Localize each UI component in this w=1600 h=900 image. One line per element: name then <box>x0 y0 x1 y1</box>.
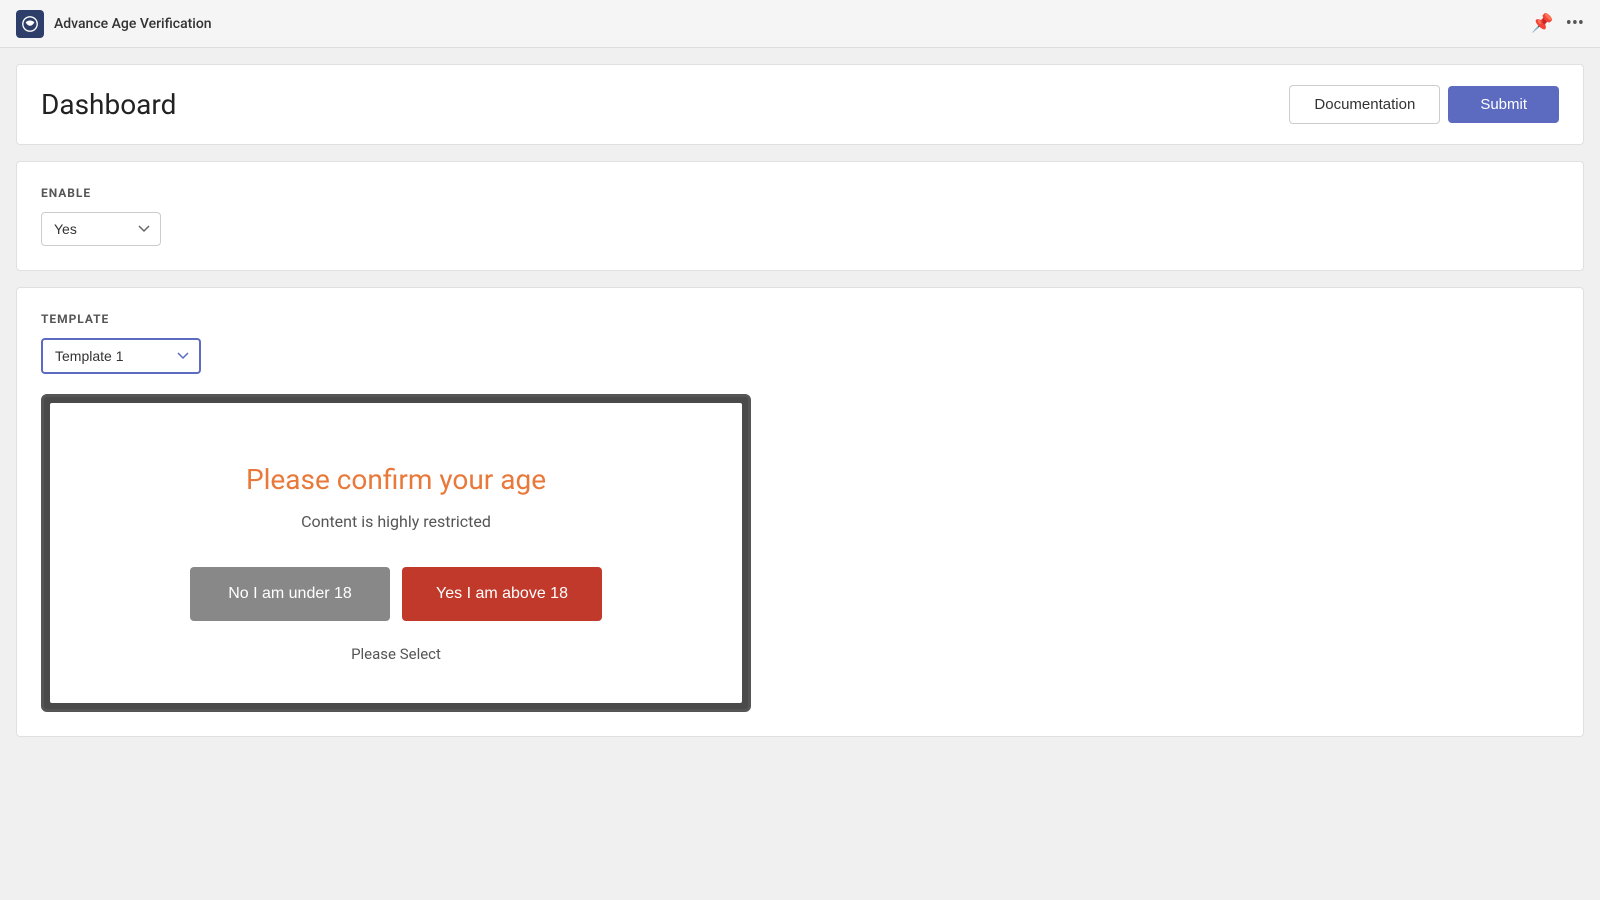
preview-yes-button[interactable]: Yes I am above 18 <box>402 567 602 621</box>
template-label: TEMPLATE <box>41 312 1559 326</box>
top-bar-left: Advance Age Verification <box>16 10 212 38</box>
app-icon <box>16 10 44 38</box>
template-select[interactable]: Template 1 Template 2 Template 3 <box>41 338 201 374</box>
main-content: Dashboard Documentation Submit ENABLE Ye… <box>0 48 1600 753</box>
pin-icon[interactable]: 📌 <box>1531 13 1553 34</box>
preview-title-part1: Please confirm your <box>246 463 500 496</box>
app-title: Advance Age Verification <box>54 16 212 32</box>
preview-title: Please confirm your age <box>90 463 702 496</box>
documentation-button[interactable]: Documentation <box>1289 85 1440 124</box>
enable-card: ENABLE Yes No <box>16 161 1584 271</box>
top-bar: Advance Age Verification 📌 ••• <box>0 0 1600 48</box>
preview-no-button[interactable]: No I am under 18 <box>190 567 390 621</box>
preview-inner: Please confirm your age Content is highl… <box>50 403 742 703</box>
preview-select-label: Please Select <box>90 645 702 663</box>
more-menu-icon[interactable]: ••• <box>1566 13 1584 34</box>
header-buttons: Documentation Submit <box>1289 85 1559 124</box>
submit-button[interactable]: Submit <box>1448 86 1559 123</box>
template-card: TEMPLATE Template 1 Template 2 Template … <box>16 287 1584 737</box>
preview-container: Please confirm your age Content is highl… <box>41 394 751 712</box>
preview-subtitle: Content is highly restricted <box>90 512 702 531</box>
enable-label: ENABLE <box>41 186 1559 200</box>
dashboard-card: Dashboard Documentation Submit <box>16 64 1584 145</box>
top-bar-right: 📌 ••• <box>1531 13 1584 34</box>
enable-select[interactable]: Yes No <box>41 212 161 246</box>
preview-buttons: No I am under 18 Yes I am above 18 <box>90 567 702 621</box>
preview-title-highlight: age <box>500 463 546 496</box>
page-title: Dashboard <box>41 88 176 121</box>
